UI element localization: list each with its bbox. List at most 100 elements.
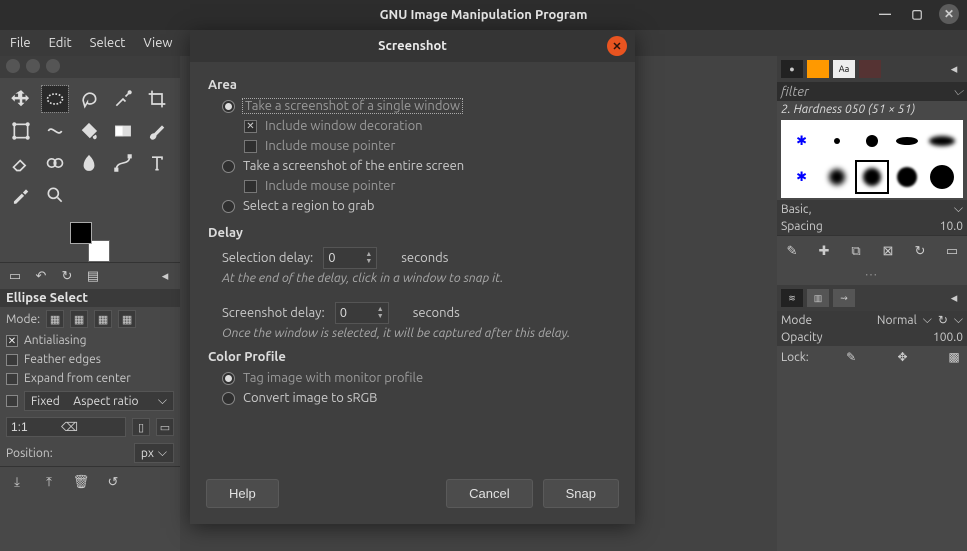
menu-select[interactable]: Select [90, 36, 126, 50]
tool-crop[interactable] [144, 86, 170, 112]
help-button[interactable]: Help [206, 479, 279, 508]
close-button[interactable]: ✕ [939, 4, 959, 24]
tab-paths-icon[interactable]: ⇝ [833, 289, 855, 307]
tab-images-icon[interactable]: ▤ [84, 267, 102, 285]
antialias-row[interactable]: ✕ Antialiasing [0, 331, 180, 350]
tool-smudge[interactable] [76, 150, 102, 176]
tool-text[interactable] [144, 150, 170, 176]
check-include-pointer-1[interactable]: Include mouse pointer [208, 136, 617, 156]
menu-file[interactable]: File [10, 36, 31, 50]
lock-pixels-icon[interactable]: ✎ [842, 348, 860, 366]
load-preset-icon[interactable]: ⤒ [40, 473, 58, 491]
tool-fuzzy-select[interactable] [110, 86, 136, 112]
screenshot-delay-input[interactable]: 0 ▲▼ [335, 302, 389, 324]
step-down-icon[interactable]: ▼ [377, 313, 384, 320]
ratio-input[interactable]: ⌫ [6, 417, 126, 437]
tab-undo-icon[interactable]: ↶ [32, 267, 50, 285]
tab-fonts-icon[interactable]: Aa [833, 60, 855, 78]
tool-brush[interactable] [144, 118, 170, 144]
radio-single-window[interactable]: Take a screenshot of a single window [208, 96, 617, 116]
refresh-brush-icon[interactable]: ↻ [911, 242, 929, 260]
tool-eraser[interactable] [8, 150, 34, 176]
chevron-down-icon: ⌵ [954, 313, 963, 327]
radio-convert-srgb[interactable]: Convert image to sRGB [208, 388, 617, 408]
expand-check[interactable] [6, 373, 18, 385]
check-include-pointer-2[interactable]: Include mouse pointer [208, 176, 617, 196]
minimize-button[interactable]: ― [875, 4, 895, 24]
tab-menu-icon[interactable]: ◂ [945, 60, 963, 78]
fixed-check[interactable] [6, 395, 18, 407]
radio-entire-screen[interactable]: Take a screenshot of the entire screen [208, 156, 617, 176]
mode-subtract-icon[interactable]: ▦ [94, 310, 112, 328]
spacing-row[interactable]: Spacing 10.0 [777, 218, 967, 235]
ratio-field[interactable] [11, 420, 61, 434]
mode-replace-icon[interactable]: ▦ [46, 310, 64, 328]
antialias-check[interactable]: ✕ [6, 335, 18, 347]
fixed-dropdown[interactable]: Fixed Aspect ratio ⌵ [24, 391, 174, 411]
tool-color-picker[interactable] [8, 182, 34, 208]
brush-grid[interactable]: ✱ ✱ [781, 120, 963, 198]
clear-icon[interactable]: ⌫ [61, 420, 78, 434]
snap-button[interactable]: Snap [543, 479, 619, 508]
position-unit-dropdown[interactable]: px ⌵ [134, 443, 174, 463]
fg-color-swatch[interactable] [70, 222, 92, 244]
landscape-icon[interactable]: ▭ [156, 418, 174, 436]
tool-warp[interactable] [42, 118, 68, 144]
maximize-button[interactable]: ▢ [907, 4, 927, 24]
radio-select-region[interactable]: Select a region to grab [208, 196, 617, 216]
tab-tool-options-icon[interactable]: ▭ [6, 267, 24, 285]
tab-channels-icon[interactable]: ▥ [807, 289, 829, 307]
include-decoration-label: Include window decoration [265, 119, 423, 133]
delete-brush-icon[interactable]: ⊠ [879, 242, 897, 260]
check-include-decoration[interactable]: Include window decoration [208, 116, 617, 136]
fg-bg-colors[interactable] [70, 222, 110, 262]
expand-row[interactable]: Expand from center [0, 369, 180, 388]
lock-alpha-icon[interactable]: ▩ [945, 348, 963, 366]
tool-free-select[interactable] [76, 86, 102, 112]
tool-path[interactable] [110, 150, 136, 176]
tab-layers-icon[interactable]: ≋ [781, 289, 803, 307]
opacity-row[interactable]: Opacity 100.0 [777, 329, 967, 346]
feather-row[interactable]: Feather edges [0, 350, 180, 369]
brush-filter[interactable]: filter ⌵ [777, 82, 967, 101]
tool-clone[interactable] [42, 150, 68, 176]
dialog-close-button[interactable]: ✕ [607, 36, 627, 56]
panel-divider[interactable]: ⋯ [777, 266, 967, 285]
tab-patterns-icon[interactable] [807, 60, 829, 78]
feather-check[interactable] [6, 354, 18, 366]
mode-intersect-icon[interactable]: ▦ [118, 310, 136, 328]
tool-move[interactable] [8, 86, 34, 112]
seconds-label: seconds [401, 251, 448, 265]
open-folder-icon[interactable]: ▭ [943, 242, 961, 260]
save-preset-icon[interactable]: ⤓ [8, 473, 26, 491]
tab-brushes-icon[interactable]: ● [781, 60, 803, 78]
tab-history-icon[interactable]: ↻ [58, 267, 76, 285]
cancel-button[interactable]: Cancel [446, 479, 532, 508]
step-down-icon[interactable]: ▼ [365, 258, 372, 265]
blend-mode-row[interactable]: Mode Normal ⌵ ↻ ⌵ [777, 311, 967, 329]
new-brush-icon[interactable]: ✚ [815, 242, 833, 260]
edit-brush-icon[interactable]: ✎ [783, 242, 801, 260]
tool-zoom[interactable] [42, 182, 68, 208]
menu-view[interactable]: View [143, 36, 172, 50]
radio-tag-monitor[interactable]: Tag image with monitor profile [208, 368, 617, 388]
portrait-icon[interactable]: ▯ [132, 418, 150, 436]
duplicate-brush-icon[interactable]: ⧉ [847, 242, 865, 260]
tool-bucket[interactable] [76, 118, 102, 144]
lock-position-icon[interactable]: ✥ [894, 348, 912, 366]
reset-icon[interactable]: ↺ [104, 473, 122, 491]
lock-row: Lock: ✎ ✥ ▩ [777, 346, 967, 368]
menu-edit[interactable]: Edit [49, 36, 72, 50]
tool-gradient[interactable] [110, 118, 136, 144]
tab-menu-icon[interactable]: ◂ [945, 289, 963, 307]
tool-ellipse-select[interactable] [42, 86, 68, 112]
tool-transform[interactable] [8, 118, 34, 144]
tab-menu-icon[interactable]: ◂ [156, 267, 174, 285]
wilber-strip [0, 56, 180, 78]
selection-delay-input[interactable]: 0 ▲▼ [323, 247, 377, 269]
tab-history-icon[interactable] [859, 60, 881, 78]
mode-add-icon[interactable]: ▦ [70, 310, 88, 328]
brush-preset-row[interactable]: Basic, ⌵ [777, 200, 967, 218]
delete-preset-icon[interactable]: 🗑 [72, 473, 90, 491]
mode-swap-icon[interactable]: ↻ [938, 313, 948, 327]
